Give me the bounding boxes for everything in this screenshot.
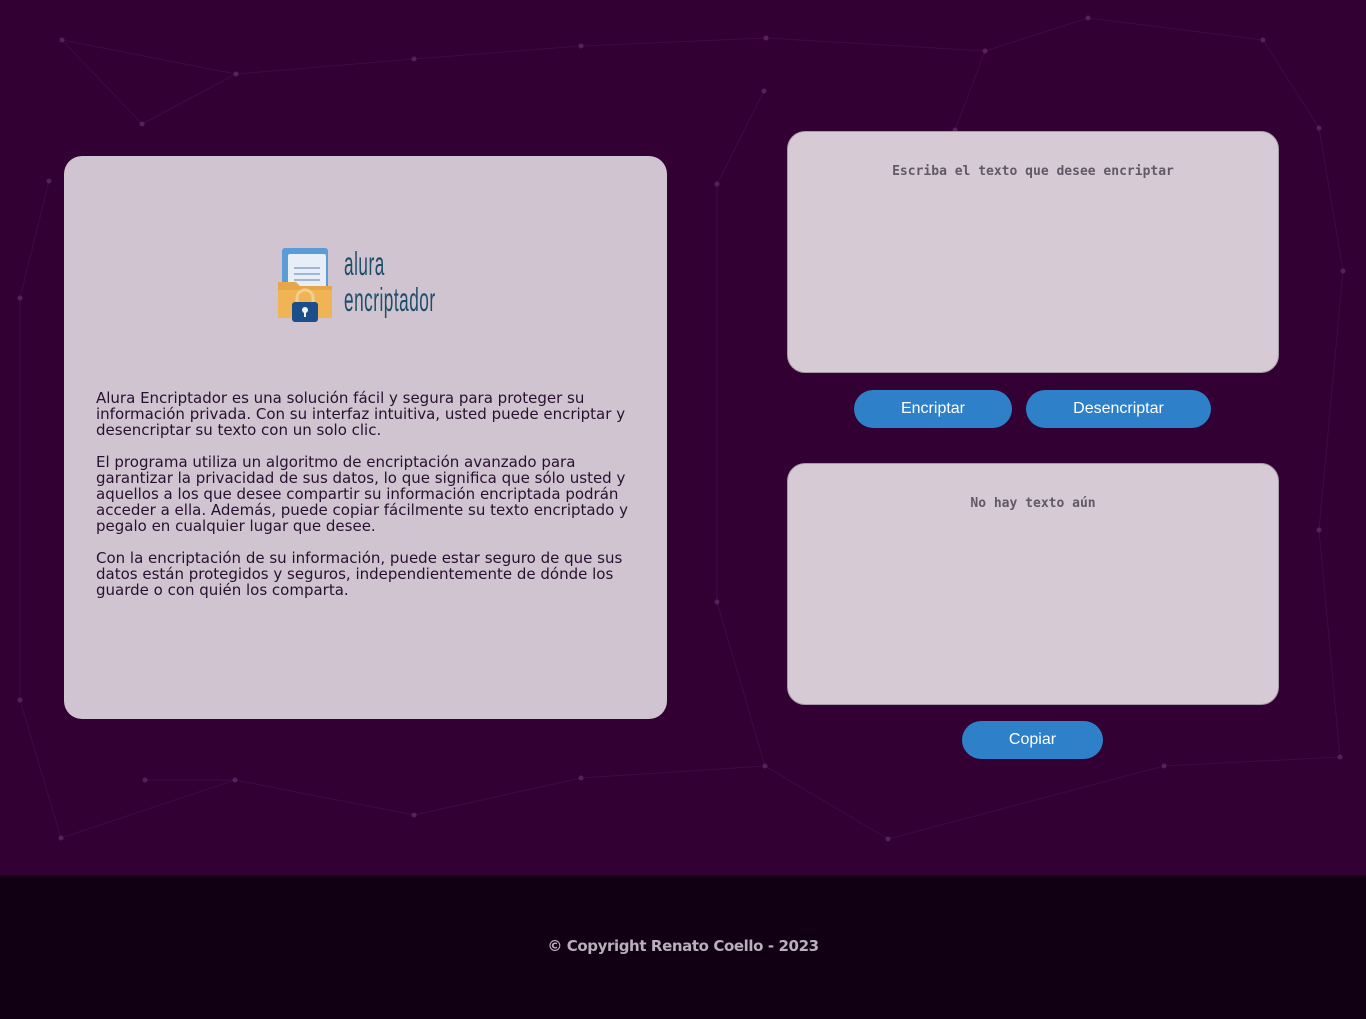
result-output[interactable] bbox=[787, 463, 1279, 705]
footer: © Copyright Renato Coello - 2023 bbox=[0, 875, 1366, 1019]
encrypt-button[interactable]: Encriptar bbox=[854, 390, 1012, 428]
description-paragraph-1: Alura Encriptador es una solución fácil … bbox=[96, 389, 626, 439]
logo: alura encriptador bbox=[276, 246, 456, 324]
logo-line-2: encriptador bbox=[344, 281, 436, 318]
description-paragraph-3: Con la encriptación de su información, p… bbox=[96, 549, 623, 599]
info-card: alura encriptador Alura Encriptador es u… bbox=[64, 156, 667, 719]
copyright-text: © Copyright Renato Coello - 2023 bbox=[547, 937, 819, 955]
description-paragraph-2: El programa utiliza un algoritmo de encr… bbox=[96, 453, 628, 535]
encrypt-input[interactable] bbox=[787, 131, 1279, 373]
logo-line-1: alura bbox=[344, 245, 385, 282]
logo-wordmark: alura encriptador bbox=[344, 246, 436, 318]
decrypt-button[interactable]: Desencriptar bbox=[1026, 390, 1211, 428]
folder-lock-icon bbox=[278, 248, 332, 322]
app-description: Alura Encriptador es una solución fácil … bbox=[96, 390, 641, 614]
copy-button[interactable]: Copiar bbox=[962, 721, 1103, 759]
